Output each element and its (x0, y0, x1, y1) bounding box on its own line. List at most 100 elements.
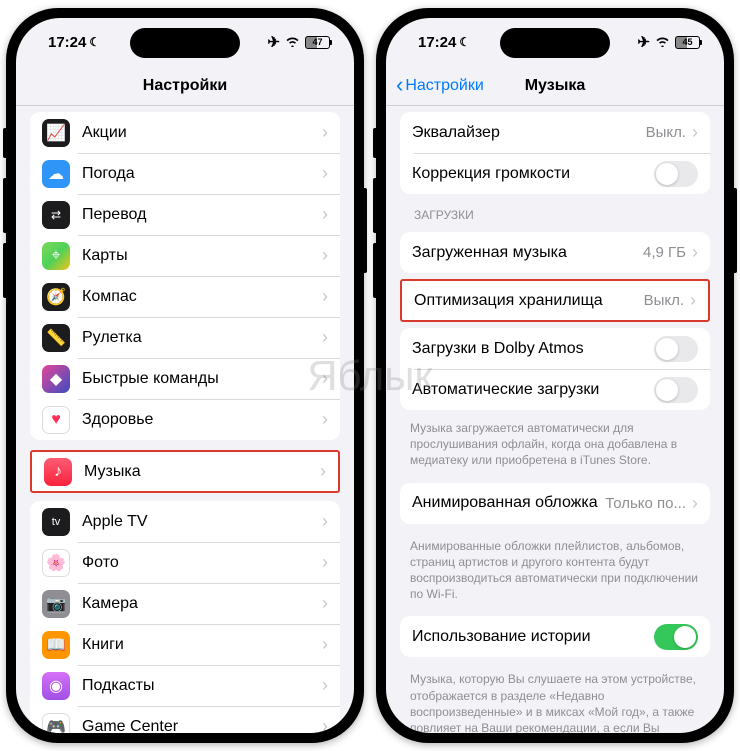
focus-icon: ☾ (459, 35, 470, 49)
chevron-icon: › (692, 493, 698, 514)
health-icon: ♥ (42, 406, 70, 434)
chevron-icon: › (692, 242, 698, 263)
chevron-icon: › (322, 409, 328, 430)
row-label: Коррекция громкости (412, 165, 654, 183)
row-music-highlighted: ♪ Музыка › (30, 450, 340, 493)
compass-icon: 🧭 (42, 283, 70, 311)
switch-dolby[interactable] (654, 336, 698, 362)
row-podcasts[interactable]: ◉ Подкасты › (30, 665, 340, 706)
status-time: 17:24 (418, 34, 456, 51)
back-label: Настройки (405, 77, 483, 95)
row-label: Погода (82, 165, 322, 183)
gamecenter-icon: 🎮 (42, 713, 70, 734)
row-camera[interactable]: 📷 Камера › (30, 583, 340, 624)
row-optimize-storage[interactable]: Оптимизация хранилища Выкл. › (402, 281, 708, 320)
row-label: Карты (82, 247, 322, 265)
row-maps[interactable]: ⌖ Карты › (30, 235, 340, 276)
row-photos[interactable]: 🌸 Фото › (30, 542, 340, 583)
airplane-icon: ✈ (637, 33, 650, 51)
stocks-icon: 📈 (42, 119, 70, 147)
photos-icon: 🌸 (42, 549, 70, 577)
row-label: Рулетка (82, 329, 322, 347)
row-dolby-downloads[interactable]: Загрузки в Dolby Atmos (400, 328, 710, 369)
row-label: Здоровье (82, 411, 322, 429)
chevron-icon: › (322, 552, 328, 573)
row-weather[interactable]: ☁ Погода › (30, 153, 340, 194)
battery-icon: 47 (305, 36, 330, 49)
camera-icon: 📷 (42, 590, 70, 618)
row-optimize-highlighted: Оптимизация хранилища Выкл. › (400, 279, 710, 322)
row-value: Выкл. (646, 124, 686, 141)
row-label: Акции (82, 124, 322, 142)
row-label: Оптимизация хранилища (414, 292, 644, 310)
section-footer-animated: Анимированные обложки плейлистов, альбом… (386, 534, 724, 605)
row-compass[interactable]: 🧭 Компас › (30, 276, 340, 317)
back-button[interactable]: ‹ Настройки (396, 76, 484, 96)
row-label: Перевод (82, 206, 322, 224)
maps-icon: ⌖ (42, 242, 70, 270)
switch-soundcheck[interactable] (654, 161, 698, 187)
row-label: Game Center (82, 718, 322, 734)
row-label: Эквалайзер (412, 124, 646, 142)
row-value: 4,9 ГБ (643, 244, 686, 261)
row-gamecenter[interactable]: 🎮 Game Center › (30, 706, 340, 733)
row-label: Apple TV (82, 513, 322, 531)
row-translate[interactable]: ⇄ Перевод › (30, 194, 340, 235)
row-label: Книги (82, 636, 322, 654)
row-value: Выкл. (644, 292, 684, 309)
chevron-icon: › (322, 593, 328, 614)
dynamic-island (130, 28, 240, 58)
chevron-icon: › (322, 675, 328, 696)
chevron-icon: › (322, 163, 328, 184)
row-label: Фото (82, 554, 322, 572)
nav-bar: Настройки (16, 66, 354, 106)
row-stocks[interactable]: 📈 Акции › (30, 112, 340, 153)
row-appletv[interactable]: tv Apple TV › (30, 501, 340, 542)
row-downloaded-music[interactable]: Загруженная музыка 4,9 ГБ › (400, 232, 710, 273)
row-books[interactable]: 📖 Книги › (30, 624, 340, 665)
music-icon: ♪ (44, 458, 72, 486)
focus-icon: ☾ (89, 35, 100, 49)
nav-bar: ‹ Настройки Музыка (386, 66, 724, 106)
phone-right: 17:24 ☾ ✈ 45 ‹ Настройки Музыка Эквалайз… (376, 8, 734, 743)
row-music[interactable]: ♪ Музыка › (32, 452, 338, 491)
row-use-history[interactable]: Использование истории (400, 616, 710, 657)
row-label: Камера (82, 595, 322, 613)
row-label: Быстрые команды (82, 370, 322, 388)
chevron-icon: › (322, 204, 328, 225)
section-footer-downloads: Музыка загружается автоматически для про… (386, 416, 724, 471)
dynamic-island (500, 28, 610, 58)
chevron-icon: › (322, 634, 328, 655)
switch-auto-downloads[interactable] (654, 377, 698, 403)
row-equalizer[interactable]: Эквалайзер Выкл. › (400, 112, 710, 153)
wifi-icon (655, 34, 670, 51)
weather-icon: ☁ (42, 160, 70, 188)
row-health[interactable]: ♥ Здоровье › (30, 399, 340, 440)
appletv-icon: tv (42, 508, 70, 536)
row-shortcuts[interactable]: ◆ Быстрые команды › (30, 358, 340, 399)
chevron-icon: › (322, 122, 328, 143)
airplane-icon: ✈ (267, 33, 280, 51)
chevron-icon: › (322, 327, 328, 348)
row-label: Загруженная музыка (412, 244, 643, 262)
section-header-downloads: ЗАГРУЗКИ (386, 204, 724, 226)
chevron-icon: › (322, 245, 328, 266)
row-animated-cover[interactable]: Анимированная обложка Только по... › (400, 483, 710, 524)
measure-icon: 📏 (42, 324, 70, 352)
chevron-back-icon: ‹ (396, 74, 403, 96)
switch-history[interactable] (654, 624, 698, 650)
chevron-icon: › (320, 461, 326, 482)
shortcuts-icon: ◆ (42, 365, 70, 393)
battery-icon: 45 (675, 36, 700, 49)
row-measure[interactable]: 📏 Рулетка › (30, 317, 340, 358)
translate-icon: ⇄ (42, 201, 70, 229)
chevron-icon: › (322, 716, 328, 733)
wifi-icon (285, 34, 300, 51)
section-footer-history: Музыка, которую Вы слушаете на этом устр… (386, 667, 724, 733)
row-soundcheck[interactable]: Коррекция громкости (400, 153, 710, 194)
chevron-icon: › (692, 122, 698, 143)
row-auto-downloads[interactable]: Автоматические загрузки (400, 369, 710, 410)
nav-title: Музыка (525, 77, 586, 95)
books-icon: 📖 (42, 631, 70, 659)
row-label: Автоматические загрузки (412, 381, 654, 399)
